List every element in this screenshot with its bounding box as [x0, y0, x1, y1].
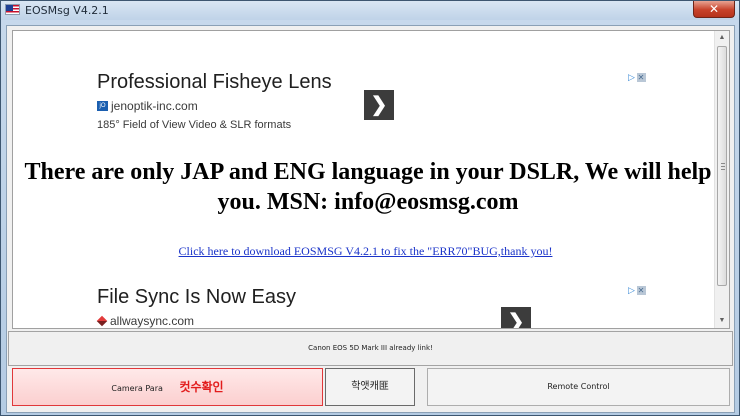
ad-arrow-button[interactable]: ❯ [364, 90, 394, 120]
jenoptik-favicon-icon: jO [97, 101, 108, 111]
grip-icon [721, 163, 725, 171]
ad-domain-text: jenoptik-inc.com [111, 99, 198, 113]
client-area: Professional Fisheye Lens jO jenoptik-in… [6, 25, 735, 413]
ad-domain[interactable]: jO jenoptik-inc.com [97, 99, 332, 113]
status-panel: Canon EOS 5D Mark III already link! [8, 331, 733, 366]
headline-text: There are only JAP and ENG language in y… [24, 159, 712, 215]
ad-title[interactable]: Professional Fisheye Lens [97, 71, 332, 94]
adchoices-play-icon: ▷ [628, 285, 636, 295]
scroll-down-arrow-icon[interactable]: ▼ [715, 314, 729, 328]
remote-control-button[interactable]: Remote Control [427, 368, 730, 406]
connection-status: Canon EOS 5D Mark III already link! [308, 344, 433, 352]
ad-fisheye[interactable]: Professional Fisheye Lens jO jenoptik-in… [97, 71, 332, 131]
middle-button[interactable]: 학앳캐匪 [325, 368, 415, 406]
close-button[interactable]: ✕ [693, 1, 735, 18]
title-bar[interactable]: EOSMsg V4.2.1 ✕ [1, 1, 739, 20]
scroll-thumb[interactable] [717, 46, 727, 286]
allwaysync-favicon-icon [96, 315, 108, 327]
ad-arrow-button[interactable]: ❯ [501, 307, 531, 328]
camera-para-label: Camera Para [111, 384, 163, 393]
camera-para-button[interactable]: Camera Para 컷수확인 [12, 368, 323, 406]
shutter-count-label: 컷수확인 [179, 380, 224, 394]
ad-close-icon[interactable]: ✕ [636, 73, 646, 82]
ad-domain[interactable]: allwaysync.com [96, 314, 296, 328]
vertical-scrollbar[interactable]: ▲ ▼ [714, 31, 729, 328]
download-link[interactable]: Click here to download EOSMSG V4.2.1 to … [13, 244, 718, 259]
adchoices-icon[interactable]: ▷ ✕ [628, 285, 646, 296]
web-browser-panel: Professional Fisheye Lens jO jenoptik-in… [12, 30, 730, 329]
scroll-up-arrow-icon[interactable]: ▲ [715, 31, 729, 45]
adchoices-icon[interactable]: ▷ ✕ [628, 72, 646, 83]
adchoices-play-icon: ▷ [628, 72, 636, 82]
us-flag-icon [5, 4, 20, 15]
ad-title[interactable]: File Sync Is Now Easy [97, 286, 296, 309]
window-title: EOSMsg V4.2.1 [25, 4, 109, 17]
ad-domain-text: allwaysync.com [110, 314, 195, 328]
ad-filesync[interactable]: File Sync Is Now Easy allwaysync.com [96, 286, 296, 328]
ad-close-icon[interactable]: ✕ [636, 286, 646, 295]
ad-description: 185° Field of View Video & SLR formats [97, 119, 292, 131]
app-window: EOSMsg V4.2.1 ✕ Professional Fisheye Len… [0, 0, 740, 416]
